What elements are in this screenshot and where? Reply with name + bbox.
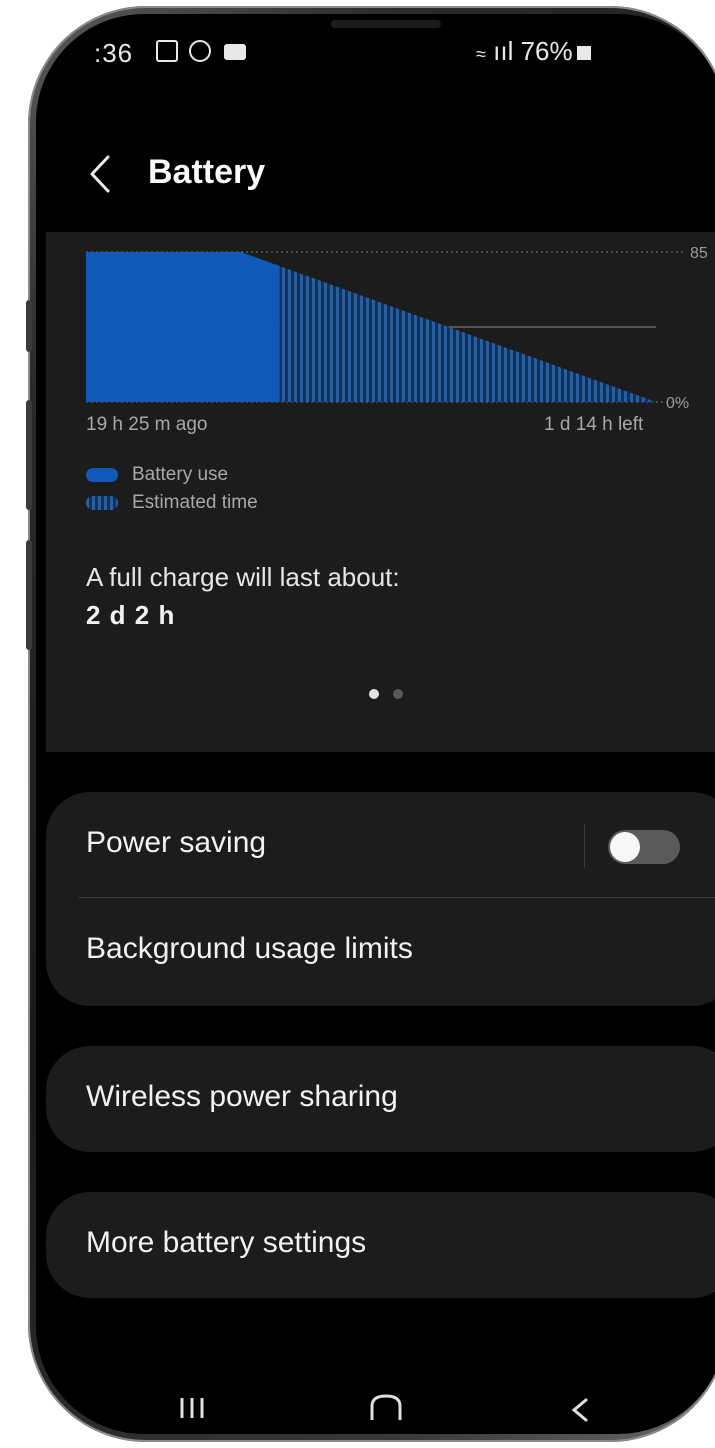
legend-label: Battery use bbox=[132, 464, 229, 485]
legend-label: Estimated time bbox=[132, 492, 258, 513]
recent-apps-icon[interactable] bbox=[176, 1392, 210, 1422]
y-tick-top: 85 bbox=[690, 245, 708, 262]
status-right: ≈ ııl 76% bbox=[476, 36, 591, 67]
full-charge-value: 2 d 2 h bbox=[86, 600, 176, 630]
status-bar: :36 ≈ ııl 76% bbox=[36, 14, 715, 74]
app-header: Battery bbox=[36, 139, 715, 209]
legend-swatch-estimated-time bbox=[86, 496, 118, 510]
side-button-top bbox=[26, 300, 32, 352]
alert-icon bbox=[189, 40, 211, 62]
status-time: :36 bbox=[94, 38, 134, 68]
settings-group-3: More battery settings bbox=[46, 1192, 715, 1298]
legend-swatch-battery-use bbox=[86, 468, 118, 482]
full-charge-label: A full charge will last about: bbox=[86, 562, 400, 592]
settings-group-2: Wireless power sharing bbox=[46, 1046, 715, 1152]
back-arrow-icon[interactable] bbox=[84, 151, 124, 197]
series-estimated-time bbox=[279, 266, 656, 402]
toggle-knob bbox=[610, 832, 640, 862]
signal-text: ııl 76% bbox=[493, 36, 573, 66]
side-button-volume bbox=[26, 400, 32, 510]
pager-dot[interactable] bbox=[393, 689, 403, 699]
power-saving-row[interactable]: Power saving bbox=[46, 792, 715, 898]
x-end-label: 1 d 14 h left bbox=[544, 414, 644, 435]
more-battery-settings-row[interactable]: More battery settings bbox=[46, 1192, 715, 1298]
background-usage-limits-label: Background usage limits bbox=[86, 932, 413, 965]
side-button-power bbox=[26, 540, 32, 650]
x-start-label: 19 h 25 m ago bbox=[86, 414, 208, 435]
pager-dot-active[interactable] bbox=[369, 689, 379, 699]
power-saving-label: Power saving bbox=[86, 826, 267, 859]
phone-screen: :36 ≈ ııl 76% Battery 85 0% 19 h 25 m ag… bbox=[36, 14, 715, 1434]
toggle-separator bbox=[584, 824, 585, 868]
background-usage-limits-row[interactable]: Background usage limits bbox=[46, 898, 715, 1004]
nav-back-icon[interactable] bbox=[564, 1392, 594, 1422]
page-title: Battery bbox=[148, 153, 266, 191]
camera-notch bbox=[331, 20, 441, 28]
wireless-power-sharing-row[interactable]: Wireless power sharing bbox=[46, 1046, 715, 1152]
settings-group-1: Power saving Background usage limits bbox=[46, 792, 715, 1006]
more-battery-settings-label: More battery settings bbox=[86, 1226, 367, 1259]
home-icon[interactable] bbox=[366, 1392, 406, 1422]
series-battery-use bbox=[86, 252, 280, 402]
gallery-icon bbox=[156, 40, 178, 62]
wifi-icon: ≈ bbox=[476, 44, 486, 64]
video-icon bbox=[224, 44, 246, 60]
y-tick-bottom: 0% bbox=[666, 395, 689, 412]
navigation-bar bbox=[36, 1386, 715, 1434]
battery-usage-section: 85 0% 19 h 25 m ago 1 d 14 h left Battery… bbox=[36, 232, 715, 752]
battery-chart: 85 0% bbox=[86, 245, 708, 412]
power-saving-toggle[interactable] bbox=[608, 830, 680, 864]
wireless-power-sharing-label: Wireless power sharing bbox=[86, 1080, 398, 1113]
battery-icon bbox=[576, 46, 591, 61]
